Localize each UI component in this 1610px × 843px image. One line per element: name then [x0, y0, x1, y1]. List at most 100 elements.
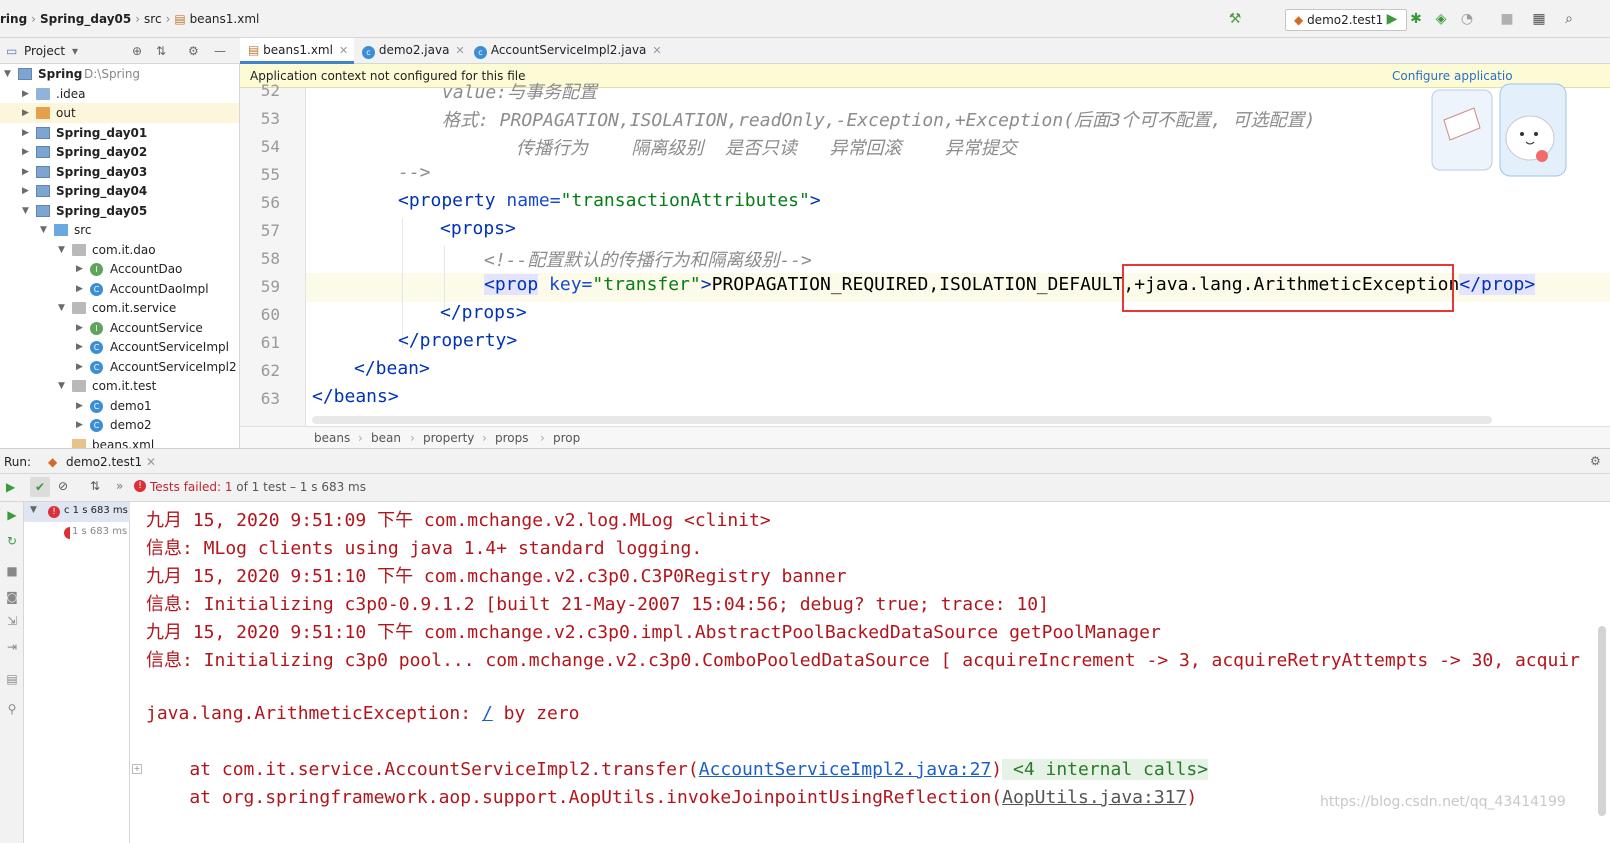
structure-crumb[interactable]: beans [314, 431, 350, 445]
console-output[interactable]: 九月 15, 2020 9:51:09 下午 com.mchange.v2.lo… [130, 502, 1610, 843]
profile-icon[interactable]: ◔ [1458, 10, 1476, 28]
rerun-failed-icon[interactable]: ▶ [5, 508, 19, 522]
close-icon[interactable]: ✕ [146, 455, 156, 469]
breadcrumb-item[interactable]: Spring_day05 [40, 12, 131, 26]
chevron-down-icon[interactable]: ▼ [22, 201, 32, 221]
chevron-right-icon[interactable]: ▶ [76, 259, 86, 279]
exit-icon[interactable]: ⇥ [5, 640, 19, 654]
structure-crumb[interactable]: prop [553, 431, 580, 445]
stop-icon[interactable]: ■ [5, 564, 19, 578]
coverage-shield-icon[interactable]: ◈ [1432, 10, 1450, 28]
export-icon[interactable]: ⇲ [5, 614, 19, 628]
test-child-label: 1 s 683 ms [72, 526, 128, 537]
chevron-right-icon[interactable]: ▶ [22, 84, 32, 104]
tree-item[interactable]: ▼ com.it.dao [0, 240, 239, 260]
tree-item[interactable]: ▼ Spring_day05 [0, 201, 239, 221]
build-hammer-icon[interactable]: ⚒ [1226, 10, 1244, 28]
show-passed-icon[interactable]: ✔ [30, 477, 50, 497]
layout-icon[interactable]: ▤ [5, 672, 19, 686]
tree-item[interactable]: ▶ C AccountServiceImpl2 [0, 357, 239, 377]
structure-crumb[interactable]: props [495, 431, 529, 445]
chevron-down-icon[interactable]: ▼ [40, 220, 50, 240]
exception-link[interactable]: / [482, 703, 493, 724]
project-view-title[interactable]: Project [24, 44, 65, 58]
tree-item[interactable]: ▶ C AccountServiceImpl [0, 337, 239, 357]
chevron-right-icon[interactable]: ▶ [22, 103, 32, 123]
tree-item[interactable]: ▶ I AccountDao [0, 259, 239, 279]
show-ignored-icon[interactable]: ⊘ [58, 479, 68, 493]
vertical-scrollbar[interactable] [1598, 626, 1606, 816]
stack-frame-link[interactable]: AopUtils.java:317 [1002, 787, 1186, 808]
search-everywhere-icon[interactable]: ⌕ [1560, 10, 1578, 28]
stack-frame-text: ) [991, 759, 1003, 780]
gear-icon[interactable]: ⚙ [1590, 454, 1601, 468]
interface-icon: I [90, 321, 103, 335]
tree-item[interactable]: ▶ out [0, 103, 239, 123]
tree-item[interactable]: ▶ C AccountDaoImpl [0, 279, 239, 299]
test-root-row[interactable]: ▼ ! c 1 s 683 ms [24, 502, 130, 522]
tree-item-label: com.it.service [92, 301, 177, 315]
expand-icon[interactable]: + [132, 764, 142, 774]
tab-accountserviceimpl2-java[interactable]: c AccountServiceImpl2.java ✕ [466, 38, 662, 64]
pin-icon[interactable]: ⚲ [5, 702, 19, 716]
tree-item[interactable]: ▶ Spring_day04 [0, 181, 239, 201]
project-structure-icon[interactable]: ▦ [1530, 10, 1548, 28]
sort-icon[interactable]: ⇅ [90, 479, 100, 493]
line-number: 56 [260, 193, 280, 212]
chevron-right-icon[interactable]: ▶ [22, 142, 32, 162]
test-child-row[interactable]: 1 s 683 ms [24, 522, 130, 542]
horizontal-scrollbar[interactable] [312, 416, 1492, 424]
chevron-right-icon[interactable]: ▶ [22, 162, 32, 182]
chevron-down-icon[interactable]: ▼ [58, 298, 68, 318]
close-icon[interactable]: ✕ [455, 44, 464, 57]
tab-beans1-xml[interactable]: ▤ beans1.xml ✕ [240, 38, 354, 64]
breadcrumb-item[interactable]: beans1.xml [190, 12, 260, 26]
chevron-right-icon[interactable]: ▶ [76, 415, 86, 435]
structure-crumb[interactable]: property [423, 431, 474, 445]
tree-item[interactable]: ▶ I AccountService [0, 318, 239, 338]
structure-crumb[interactable]: bean [371, 431, 401, 445]
chevron-right-icon[interactable]: ▶ [76, 318, 86, 338]
tree-item[interactable]: ▶ Cdemo2 [0, 415, 239, 435]
module-icon [36, 165, 50, 178]
close-icon[interactable]: ✕ [339, 44, 348, 57]
close-icon[interactable]: ✕ [652, 44, 661, 57]
more-icon[interactable]: » [116, 479, 123, 493]
chevron-right-icon[interactable]: ▶ [22, 181, 32, 201]
chevron-down-icon[interactable]: ▼ [58, 240, 68, 260]
hide-panel-icon[interactable]: — [214, 44, 226, 58]
camera-icon[interactable]: ◙ [5, 590, 19, 604]
run-tab-label[interactable]: demo2.test1 [66, 455, 142, 469]
toggle-auto-test-icon[interactable]: ↻ [5, 534, 19, 548]
breadcrumb-item[interactable]: ring [0, 12, 27, 26]
chevron-right-icon[interactable]: ▶ [22, 123, 32, 143]
debug-bug-icon[interactable]: ✱ [1407, 10, 1425, 28]
chevron-down-icon[interactable]: ▼ [4, 64, 14, 84]
run-icon[interactable]: ▶ [1383, 10, 1401, 28]
chevron-down-icon[interactable]: ▼ [58, 376, 68, 396]
gear-icon[interactable]: ⚙ [188, 44, 199, 58]
chevron-right-icon[interactable]: ▶ [76, 357, 86, 377]
collapse-all-icon[interactable]: ⇅ [156, 44, 166, 58]
tab-demo2-java[interactable]: c demo2.java ✕ [354, 38, 466, 64]
tree-item[interactable]: ▼ Spring D:\Spring [0, 64, 239, 84]
tree-item[interactable]: ▶ Spring_day02 [0, 142, 239, 162]
chevron-right-icon[interactable]: ▶ [76, 279, 86, 299]
tree-item[interactable]: ▶ Cdemo1 [0, 396, 239, 416]
stack-frame-link[interactable]: AccountServiceImpl2.java:27 [699, 759, 992, 780]
chevron-right-icon[interactable]: ▶ [76, 396, 86, 416]
chevron-right-icon[interactable]: ▶ [76, 337, 86, 357]
locate-target-icon[interactable]: ⊕ [132, 44, 142, 58]
breadcrumb-item[interactable]: src [144, 12, 162, 26]
tree-item[interactable]: ▼ src [0, 220, 239, 240]
rerun-icon[interactable]: ▶ [6, 480, 15, 494]
line-number: 60 [260, 305, 280, 324]
tree-item[interactable]: ▼ com.it.service [0, 298, 239, 318]
stop-icon[interactable]: ■ [1498, 10, 1516, 28]
tree-item[interactable]: ▼ com.it.test [0, 376, 239, 396]
chevron-down-icon[interactable]: ▾ [72, 44, 78, 58]
tree-item[interactable]: ▶ Spring_day03 [0, 162, 239, 182]
tree-item[interactable]: ▶ Spring_day01 [0, 123, 239, 143]
tree-item[interactable]: ▶ .idea [0, 84, 239, 104]
internal-calls-fold[interactable]: <4 internal calls> [1002, 759, 1209, 780]
